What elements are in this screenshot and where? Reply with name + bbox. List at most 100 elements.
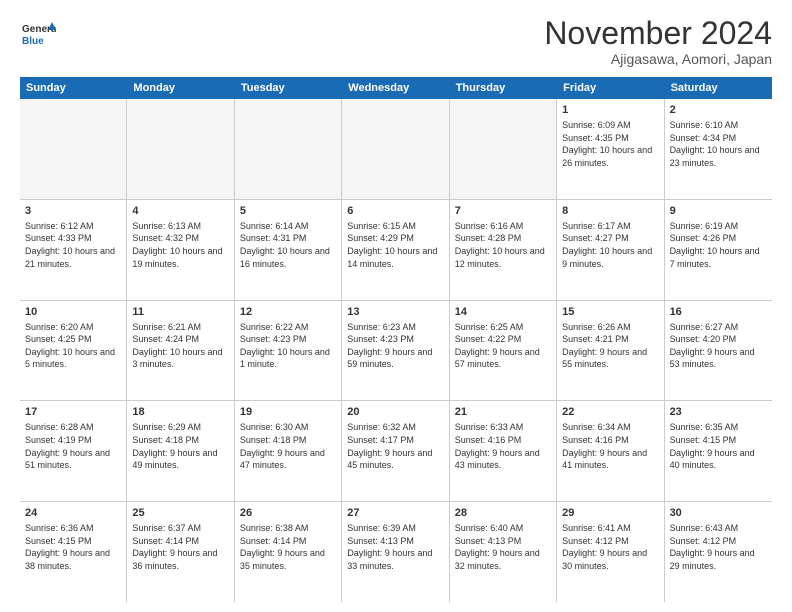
day-info: Sunrise: 6:09 AM Sunset: 4:35 PM Dayligh… [562, 119, 658, 169]
day-number: 14 [455, 305, 551, 320]
day-info: Sunrise: 6:13 AM Sunset: 4:32 PM Dayligh… [132, 220, 228, 270]
day-number: 15 [562, 305, 658, 320]
calendar-cell: 25Sunrise: 6:37 AM Sunset: 4:14 PM Dayli… [127, 502, 234, 602]
calendar-cell [342, 99, 449, 199]
calendar-cell: 27Sunrise: 6:39 AM Sunset: 4:13 PM Dayli… [342, 502, 449, 602]
day-info: Sunrise: 6:14 AM Sunset: 4:31 PM Dayligh… [240, 220, 336, 270]
day-number: 24 [25, 506, 121, 521]
day-info: Sunrise: 6:32 AM Sunset: 4:17 PM Dayligh… [347, 421, 443, 471]
day-info: Sunrise: 6:40 AM Sunset: 4:13 PM Dayligh… [455, 522, 551, 572]
day-number: 11 [132, 305, 228, 320]
header-tuesday: Tuesday [235, 77, 342, 99]
day-info: Sunrise: 6:16 AM Sunset: 4:28 PM Dayligh… [455, 220, 551, 270]
day-info: Sunrise: 6:33 AM Sunset: 4:16 PM Dayligh… [455, 421, 551, 471]
location: Ajigasawa, Aomori, Japan [544, 51, 772, 67]
day-info: Sunrise: 6:26 AM Sunset: 4:21 PM Dayligh… [562, 321, 658, 371]
day-info: Sunrise: 6:10 AM Sunset: 4:34 PM Dayligh… [670, 119, 767, 169]
day-number: 4 [132, 204, 228, 219]
calendar-cell: 30Sunrise: 6:43 AM Sunset: 4:12 PM Dayli… [665, 502, 772, 602]
calendar-cell: 17Sunrise: 6:28 AM Sunset: 4:19 PM Dayli… [20, 401, 127, 501]
day-number: 25 [132, 506, 228, 521]
day-info: Sunrise: 6:19 AM Sunset: 4:26 PM Dayligh… [670, 220, 767, 270]
day-number: 22 [562, 405, 658, 420]
calendar-cell: 7Sunrise: 6:16 AM Sunset: 4:28 PM Daylig… [450, 200, 557, 300]
calendar-cell [235, 99, 342, 199]
day-info: Sunrise: 6:25 AM Sunset: 4:22 PM Dayligh… [455, 321, 551, 371]
day-info: Sunrise: 6:17 AM Sunset: 4:27 PM Dayligh… [562, 220, 658, 270]
day-number: 20 [347, 405, 443, 420]
day-number: 21 [455, 405, 551, 420]
calendar-row: 24Sunrise: 6:36 AM Sunset: 4:15 PM Dayli… [20, 502, 772, 602]
day-number: 8 [562, 204, 658, 219]
day-number: 10 [25, 305, 121, 320]
calendar-cell: 20Sunrise: 6:32 AM Sunset: 4:17 PM Dayli… [342, 401, 449, 501]
header-friday: Friday [557, 77, 664, 99]
day-number: 3 [25, 204, 121, 219]
day-number: 23 [670, 405, 767, 420]
day-number: 13 [347, 305, 443, 320]
calendar-cell: 8Sunrise: 6:17 AM Sunset: 4:27 PM Daylig… [557, 200, 664, 300]
day-number: 29 [562, 506, 658, 521]
day-info: Sunrise: 6:23 AM Sunset: 4:23 PM Dayligh… [347, 321, 443, 371]
day-number: 12 [240, 305, 336, 320]
day-info: Sunrise: 6:12 AM Sunset: 4:33 PM Dayligh… [25, 220, 121, 270]
header-sunday: Sunday [20, 77, 127, 99]
calendar-cell: 12Sunrise: 6:22 AM Sunset: 4:23 PM Dayli… [235, 301, 342, 401]
day-number: 28 [455, 506, 551, 521]
day-number: 27 [347, 506, 443, 521]
day-info: Sunrise: 6:37 AM Sunset: 4:14 PM Dayligh… [132, 522, 228, 572]
header-saturday: Saturday [665, 77, 772, 99]
title-section: November 2024 Ajigasawa, Aomori, Japan [544, 16, 772, 67]
calendar-cell: 23Sunrise: 6:35 AM Sunset: 4:15 PM Dayli… [665, 401, 772, 501]
page: General Blue November 2024 Ajigasawa, Ao… [0, 0, 792, 612]
day-number: 18 [132, 405, 228, 420]
calendar-cell: 11Sunrise: 6:21 AM Sunset: 4:24 PM Dayli… [127, 301, 234, 401]
calendar-cell: 19Sunrise: 6:30 AM Sunset: 4:18 PM Dayli… [235, 401, 342, 501]
day-info: Sunrise: 6:34 AM Sunset: 4:16 PM Dayligh… [562, 421, 658, 471]
calendar-cell: 15Sunrise: 6:26 AM Sunset: 4:21 PM Dayli… [557, 301, 664, 401]
day-info: Sunrise: 6:27 AM Sunset: 4:20 PM Dayligh… [670, 321, 767, 371]
calendar-cell: 1Sunrise: 6:09 AM Sunset: 4:35 PM Daylig… [557, 99, 664, 199]
day-number: 7 [455, 204, 551, 219]
calendar-cell: 3Sunrise: 6:12 AM Sunset: 4:33 PM Daylig… [20, 200, 127, 300]
day-number: 5 [240, 204, 336, 219]
calendar-cell: 10Sunrise: 6:20 AM Sunset: 4:25 PM Dayli… [20, 301, 127, 401]
calendar-row: 17Sunrise: 6:28 AM Sunset: 4:19 PM Dayli… [20, 401, 772, 502]
calendar-header: Sunday Monday Tuesday Wednesday Thursday… [20, 77, 772, 99]
day-number: 17 [25, 405, 121, 420]
day-info: Sunrise: 6:41 AM Sunset: 4:12 PM Dayligh… [562, 522, 658, 572]
month-title: November 2024 [544, 16, 772, 51]
calendar-cell: 6Sunrise: 6:15 AM Sunset: 4:29 PM Daylig… [342, 200, 449, 300]
calendar-row: 3Sunrise: 6:12 AM Sunset: 4:33 PM Daylig… [20, 200, 772, 301]
header: General Blue November 2024 Ajigasawa, Ao… [20, 16, 772, 67]
day-info: Sunrise: 6:28 AM Sunset: 4:19 PM Dayligh… [25, 421, 121, 471]
logo-svg: General Blue [20, 16, 56, 52]
day-info: Sunrise: 6:20 AM Sunset: 4:25 PM Dayligh… [25, 321, 121, 371]
calendar-cell: 5Sunrise: 6:14 AM Sunset: 4:31 PM Daylig… [235, 200, 342, 300]
calendar-cell: 4Sunrise: 6:13 AM Sunset: 4:32 PM Daylig… [127, 200, 234, 300]
day-number: 1 [562, 103, 658, 118]
calendar-cell: 13Sunrise: 6:23 AM Sunset: 4:23 PM Dayli… [342, 301, 449, 401]
day-info: Sunrise: 6:29 AM Sunset: 4:18 PM Dayligh… [132, 421, 228, 471]
calendar-body: 1Sunrise: 6:09 AM Sunset: 4:35 PM Daylig… [20, 99, 772, 602]
day-number: 16 [670, 305, 767, 320]
calendar-cell: 2Sunrise: 6:10 AM Sunset: 4:34 PM Daylig… [665, 99, 772, 199]
calendar-cell: 18Sunrise: 6:29 AM Sunset: 4:18 PM Dayli… [127, 401, 234, 501]
calendar-cell [20, 99, 127, 199]
calendar-cell: 14Sunrise: 6:25 AM Sunset: 4:22 PM Dayli… [450, 301, 557, 401]
calendar-cell: 28Sunrise: 6:40 AM Sunset: 4:13 PM Dayli… [450, 502, 557, 602]
calendar-row: 10Sunrise: 6:20 AM Sunset: 4:25 PM Dayli… [20, 301, 772, 402]
header-wednesday: Wednesday [342, 77, 449, 99]
calendar: Sunday Monday Tuesday Wednesday Thursday… [20, 77, 772, 602]
day-info: Sunrise: 6:39 AM Sunset: 4:13 PM Dayligh… [347, 522, 443, 572]
svg-text:Blue: Blue [22, 36, 44, 47]
header-thursday: Thursday [450, 77, 557, 99]
day-info: Sunrise: 6:30 AM Sunset: 4:18 PM Dayligh… [240, 421, 336, 471]
day-number: 2 [670, 103, 767, 118]
day-info: Sunrise: 6:35 AM Sunset: 4:15 PM Dayligh… [670, 421, 767, 471]
calendar-cell: 29Sunrise: 6:41 AM Sunset: 4:12 PM Dayli… [557, 502, 664, 602]
header-monday: Monday [127, 77, 234, 99]
calendar-cell: 9Sunrise: 6:19 AM Sunset: 4:26 PM Daylig… [665, 200, 772, 300]
day-number: 19 [240, 405, 336, 420]
calendar-cell [127, 99, 234, 199]
